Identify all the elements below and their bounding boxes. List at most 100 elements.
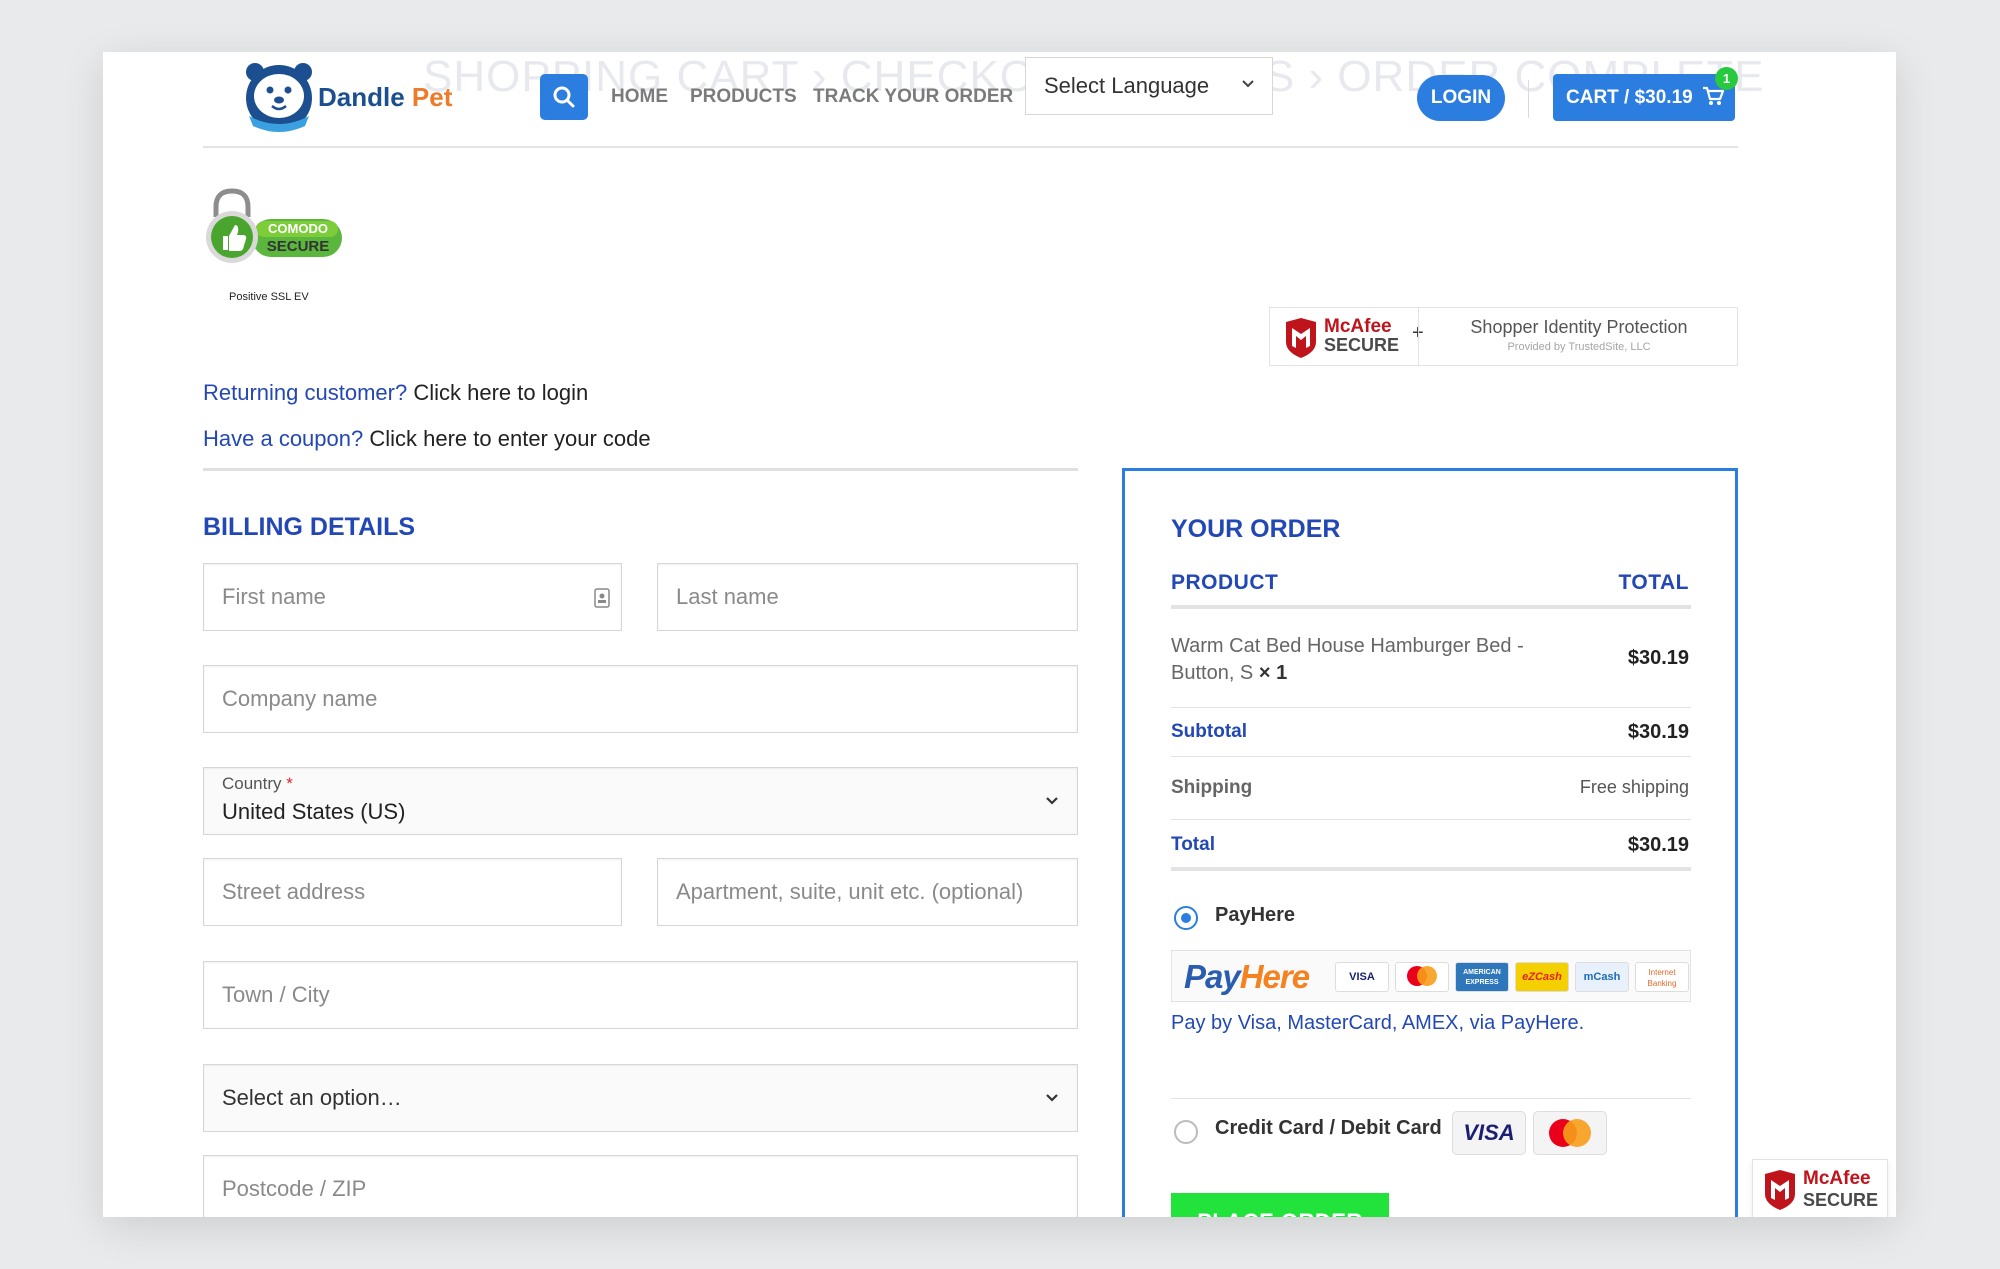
chevron-down-icon xyxy=(1046,1094,1058,1102)
cart-label: CART / $30.19 xyxy=(1566,87,1693,108)
contact-card-icon[interactable] xyxy=(593,588,611,608)
mcafee-shield-icon xyxy=(1765,1170,1795,1210)
subtotal-label: Subtotal xyxy=(1171,721,1247,742)
mastercard-logo-circles-icon xyxy=(1549,1119,1591,1147)
comodo-caption: Positive SSL EV xyxy=(229,291,309,303)
order-rule xyxy=(1171,756,1691,757)
notice-divider xyxy=(203,468,1078,471)
cart-button[interactable]: CART / $30.19 xyxy=(1553,74,1735,121)
state-select-value: Select an option… xyxy=(222,1085,402,1110)
payhere-logo-here: Here xyxy=(1239,958,1310,995)
mcash-card-icon: mCash xyxy=(1575,962,1629,992)
credit-card-label[interactable]: Credit Card / Debit Card xyxy=(1215,1117,1442,1140)
mcafee-float-name: McAfee xyxy=(1803,1168,1871,1189)
checkout-page: SHOPPING CART › CHECKOUT DETAILS › ORDER… xyxy=(103,52,1896,1217)
mcafee-secure-float-badge[interactable]: McAfee SECURE xyxy=(1752,1159,1888,1217)
country-value: United States (US) xyxy=(222,799,406,824)
header-divider-line xyxy=(203,146,1738,148)
cart-icon xyxy=(1703,86,1725,105)
coupon-notice: Have a coupon? Click here to enter your … xyxy=(203,426,651,452)
language-select[interactable]: Select Language xyxy=(1025,57,1273,115)
subtotal-value: $30.19 xyxy=(1627,721,1689,743)
last-name-field[interactable]: Last name xyxy=(657,563,1078,631)
mcafee-divider xyxy=(1418,308,1419,365)
product-column-header: PRODUCT xyxy=(1171,571,1279,594)
state-select[interactable]: Select an option… xyxy=(203,1064,1078,1132)
place-order-button[interactable]: PLACE ORDER xyxy=(1171,1193,1389,1217)
billing-details-heading: BILLING DETAILS xyxy=(203,513,416,541)
nav-home[interactable]: HOME xyxy=(611,86,668,108)
company-name-field[interactable]: Company name xyxy=(203,665,1078,733)
your-order-panel: YOUR ORDER PRODUCT TOTAL Warm Cat Bed Ho… xyxy=(1122,468,1738,1217)
apartment-field[interactable]: Apartment, suite, unit etc. (optional) xyxy=(657,858,1078,926)
required-marker: * xyxy=(286,774,293,793)
ezcash-card-icon: eZCash xyxy=(1515,962,1569,992)
login-link[interactable]: Click here to login xyxy=(413,380,588,405)
payhere-description: Pay by Visa, MasterCard, AMEX, via PayHe… xyxy=(1171,1012,1585,1034)
your-order-heading: YOUR ORDER xyxy=(1171,515,1341,543)
comodo-padlock-icon: COMODO SECURE xyxy=(206,188,342,263)
dandle-pet-logo-icon[interactable] xyxy=(241,58,317,134)
comodo-text-line1: COMODO xyxy=(268,221,328,236)
login-button[interactable]: LOGIN xyxy=(1417,75,1505,121)
amex-card-icon: AMERICAN EXPRESS xyxy=(1455,962,1509,992)
first-name-field[interactable]: First name xyxy=(203,563,622,631)
mastercard-logo-icon xyxy=(1533,1111,1607,1155)
language-select-label: Select Language xyxy=(1044,73,1210,98)
coupon-link[interactable]: Click here to enter your code xyxy=(369,426,650,451)
shopper-identity-title: Shopper Identity Protection xyxy=(1470,317,1688,337)
shopper-identity-subtitle: Provided by TrustedSite, LLC xyxy=(1507,341,1651,353)
nav-products[interactable]: PRODUCTS xyxy=(690,86,797,108)
mcafee-float-secure: SECURE xyxy=(1803,1190,1879,1210)
postcode-field[interactable]: Postcode / ZIP xyxy=(203,1155,1078,1217)
total-label: Total xyxy=(1171,834,1215,855)
chevron-down-icon xyxy=(1046,797,1058,805)
mastercard-icon xyxy=(1395,962,1449,992)
mcafee-secure-text: SECURE xyxy=(1324,335,1400,355)
payhere-logo: PayHere xyxy=(1184,958,1310,996)
shipping-label: Shipping xyxy=(1171,777,1253,798)
product-quantity: × 1 xyxy=(1258,662,1288,684)
town-city-field[interactable]: Town / City xyxy=(203,961,1078,1029)
logo-text-dandle: Dandle xyxy=(318,82,405,112)
product-name-text: Warm Cat Bed House Hamburger Bed - Butto… xyxy=(1171,635,1524,684)
comodo-secure-badge[interactable]: COMODO SECURE xyxy=(204,187,346,267)
internet-banking-icon: Internet Banking xyxy=(1635,962,1689,992)
credit-card-radio[interactable] xyxy=(1174,1120,1198,1144)
order-header-rule xyxy=(1171,605,1691,609)
search-icon xyxy=(553,86,575,108)
search-button[interactable] xyxy=(540,74,588,120)
order-product-name: Warm Cat Bed House Hamburger Bed - Butto… xyxy=(1171,633,1571,687)
mcafee-name: McAfee xyxy=(1324,316,1392,337)
logo-text-pet: Pet xyxy=(411,82,453,112)
total-column-header: TOTAL xyxy=(1618,571,1689,594)
country-label: Country * xyxy=(222,774,293,794)
country-select[interactable]: Country * United States (US) xyxy=(203,767,1078,835)
payhere-label[interactable]: PayHere xyxy=(1215,904,1295,927)
site-header: SHOPPING CART › CHECKOUT DETAILS › ORDER… xyxy=(103,52,1896,148)
payhere-banner: PayHere VISA AMERICAN EXPRESS eZCash mCa… xyxy=(1171,950,1691,1002)
order-rule xyxy=(1171,707,1691,708)
site-logo-text[interactable]: Dandle Pet xyxy=(318,82,452,113)
comodo-text-line2: SECURE xyxy=(267,238,330,255)
visa-logo-text: VISA xyxy=(1463,1120,1515,1145)
street-address-field[interactable]: Street address xyxy=(203,858,622,926)
cart-count-badge: 1 xyxy=(1715,67,1738,90)
coupon-question: Have a coupon? xyxy=(203,426,364,451)
total-value: $30.19 xyxy=(1627,834,1689,856)
nav-track-order[interactable]: TRACK YOUR ORDER xyxy=(813,86,1013,108)
visa-logo-icon: VISA xyxy=(1452,1111,1526,1155)
product-price: $30.19 xyxy=(1627,647,1689,669)
mcafee-shield-icon xyxy=(1286,318,1316,358)
header-divider xyxy=(1528,80,1529,118)
first-name-placeholder: First name xyxy=(222,584,326,609)
order-rule xyxy=(1171,819,1691,820)
order-total-rule xyxy=(1171,867,1691,871)
returning-customer-question: Returning customer? xyxy=(203,380,408,405)
shipping-value: Free shipping xyxy=(1579,777,1689,797)
mastercard-circles-icon xyxy=(1407,966,1437,986)
country-label-text: Country xyxy=(222,774,282,793)
mcafee-shopper-badge[interactable]: McAfee SECURE + Shopper Identity Protect… xyxy=(1269,307,1738,366)
payhere-radio[interactable] xyxy=(1174,906,1198,930)
chevron-down-icon xyxy=(1242,80,1254,88)
